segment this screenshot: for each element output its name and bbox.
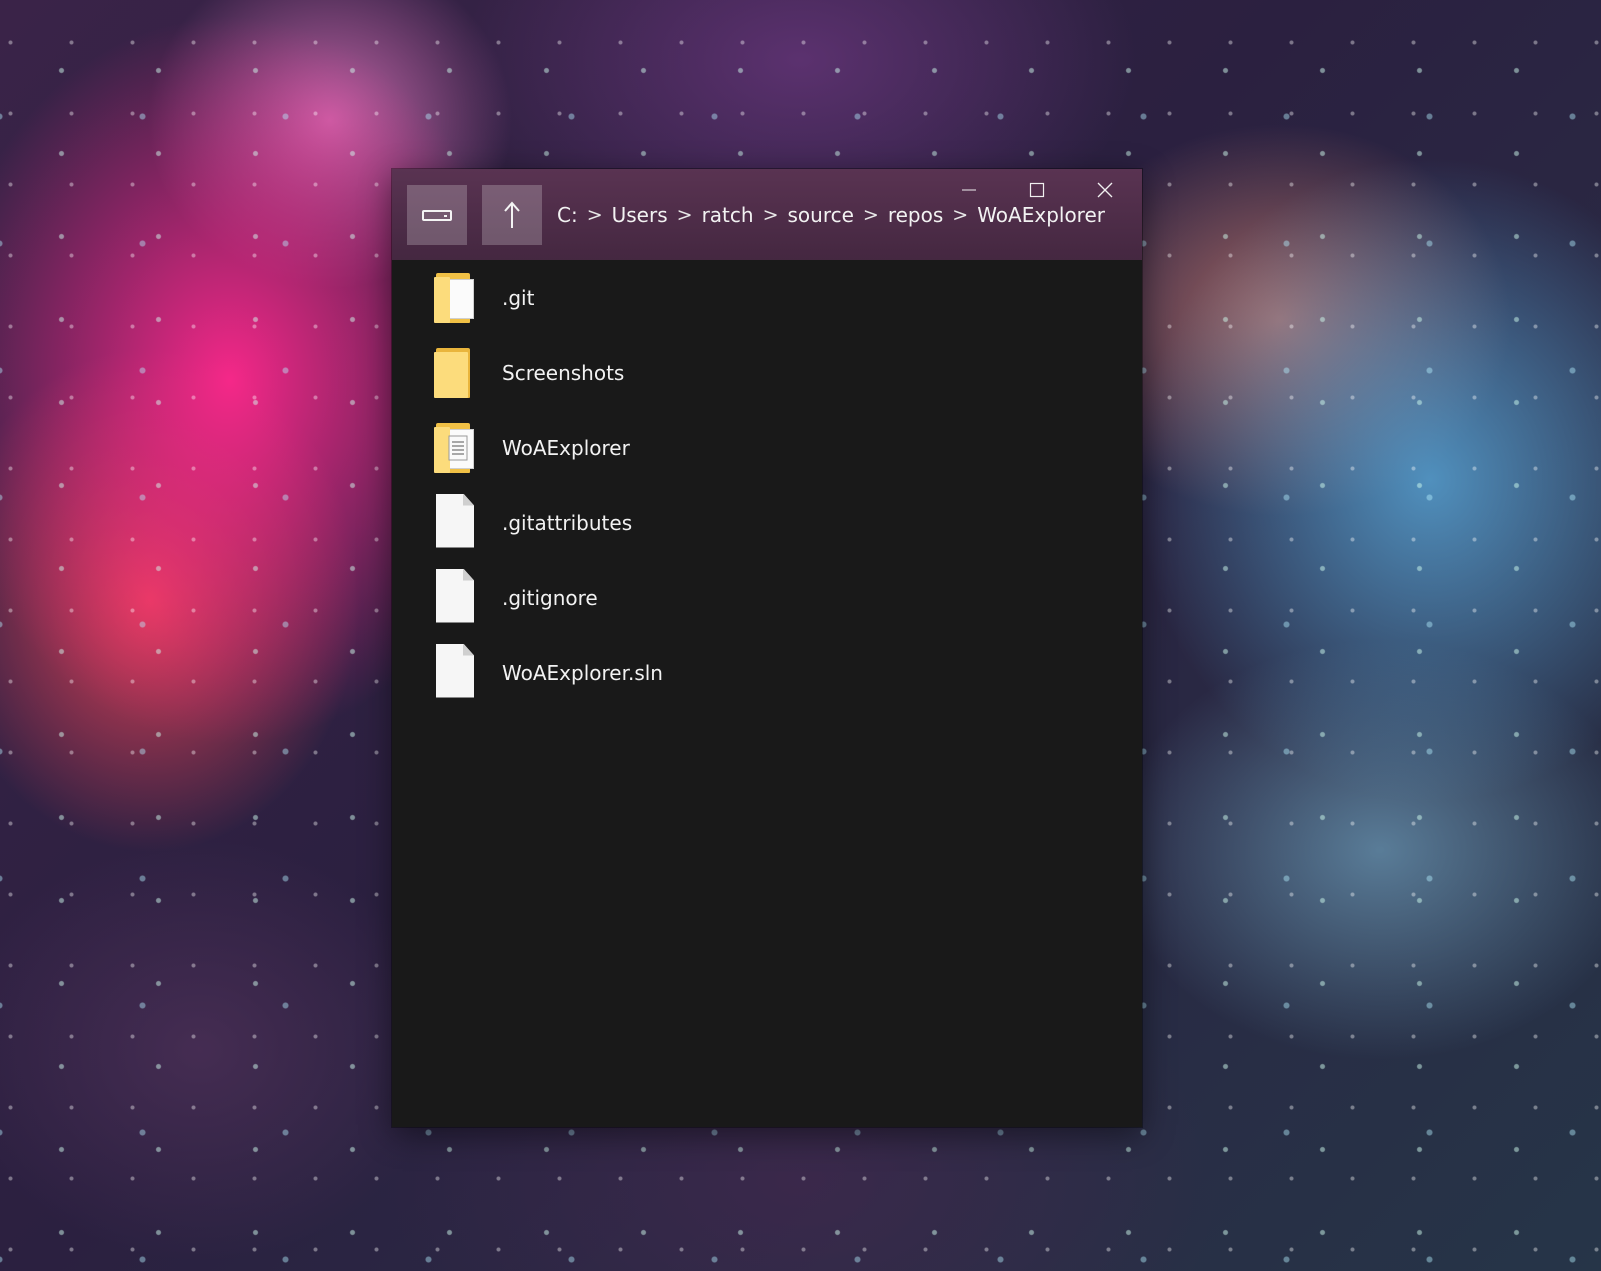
file-icon	[432, 493, 478, 552]
list-item-woaexplorer-sln[interactable]: WoAExplorer.sln	[392, 635, 1142, 710]
folder-with-file-icon	[432, 419, 478, 477]
close-icon	[1097, 182, 1113, 198]
minimize-icon	[962, 189, 976, 191]
file-icon	[432, 643, 478, 702]
maximize-button[interactable]	[1012, 175, 1062, 205]
folder-icon	[432, 344, 478, 402]
file-name: .gitignore	[502, 585, 598, 610]
drive-icon	[422, 209, 452, 221]
breadcrumb-separator: >	[676, 204, 693, 226]
breadcrumb-item-drive[interactable]: C:	[557, 203, 578, 227]
breadcrumb-item-users[interactable]: Users	[612, 203, 668, 227]
maximize-icon	[1029, 182, 1045, 198]
breadcrumb-item-repos[interactable]: repos	[888, 203, 943, 227]
up-button[interactable]	[482, 185, 542, 245]
title-bar[interactable]: C: > Users > ratch > source > repos > Wo…	[392, 169, 1142, 260]
file-name: Screenshots	[502, 360, 625, 385]
file-list: .git Screenshots WoAExplorer .gitattribu…	[392, 260, 1142, 710]
up-arrow-icon	[504, 201, 520, 228]
minimize-button[interactable]	[944, 175, 994, 205]
explorer-window: C: > Users > ratch > source > repos > Wo…	[392, 169, 1142, 1127]
file-name: WoAExplorer.sln	[502, 660, 663, 685]
list-item-woaexplorer[interactable]: WoAExplorer	[392, 410, 1142, 485]
list-item-screenshots[interactable]: Screenshots	[392, 335, 1142, 410]
folder-with-file-icon	[432, 269, 478, 327]
list-item-gitattributes[interactable]: .gitattributes	[392, 485, 1142, 560]
breadcrumb-item-ratch[interactable]: ratch	[702, 203, 754, 227]
close-button[interactable]	[1080, 175, 1130, 205]
breadcrumb-item-source[interactable]: source	[787, 203, 853, 227]
breadcrumb-separator: >	[586, 204, 603, 226]
file-icon	[432, 568, 478, 627]
breadcrumb-separator: >	[762, 204, 779, 226]
breadcrumb-item-woaexplorer[interactable]: WoAExplorer	[977, 203, 1105, 227]
list-item-gitignore[interactable]: .gitignore	[392, 560, 1142, 635]
list-item-git[interactable]: .git	[392, 260, 1142, 335]
file-name: WoAExplorer	[502, 435, 630, 460]
breadcrumb-separator: >	[952, 204, 969, 226]
file-name: .gitattributes	[502, 510, 633, 535]
file-name: .git	[502, 285, 535, 310]
breadcrumb-separator: >	[862, 204, 879, 226]
drives-button[interactable]	[407, 185, 467, 245]
